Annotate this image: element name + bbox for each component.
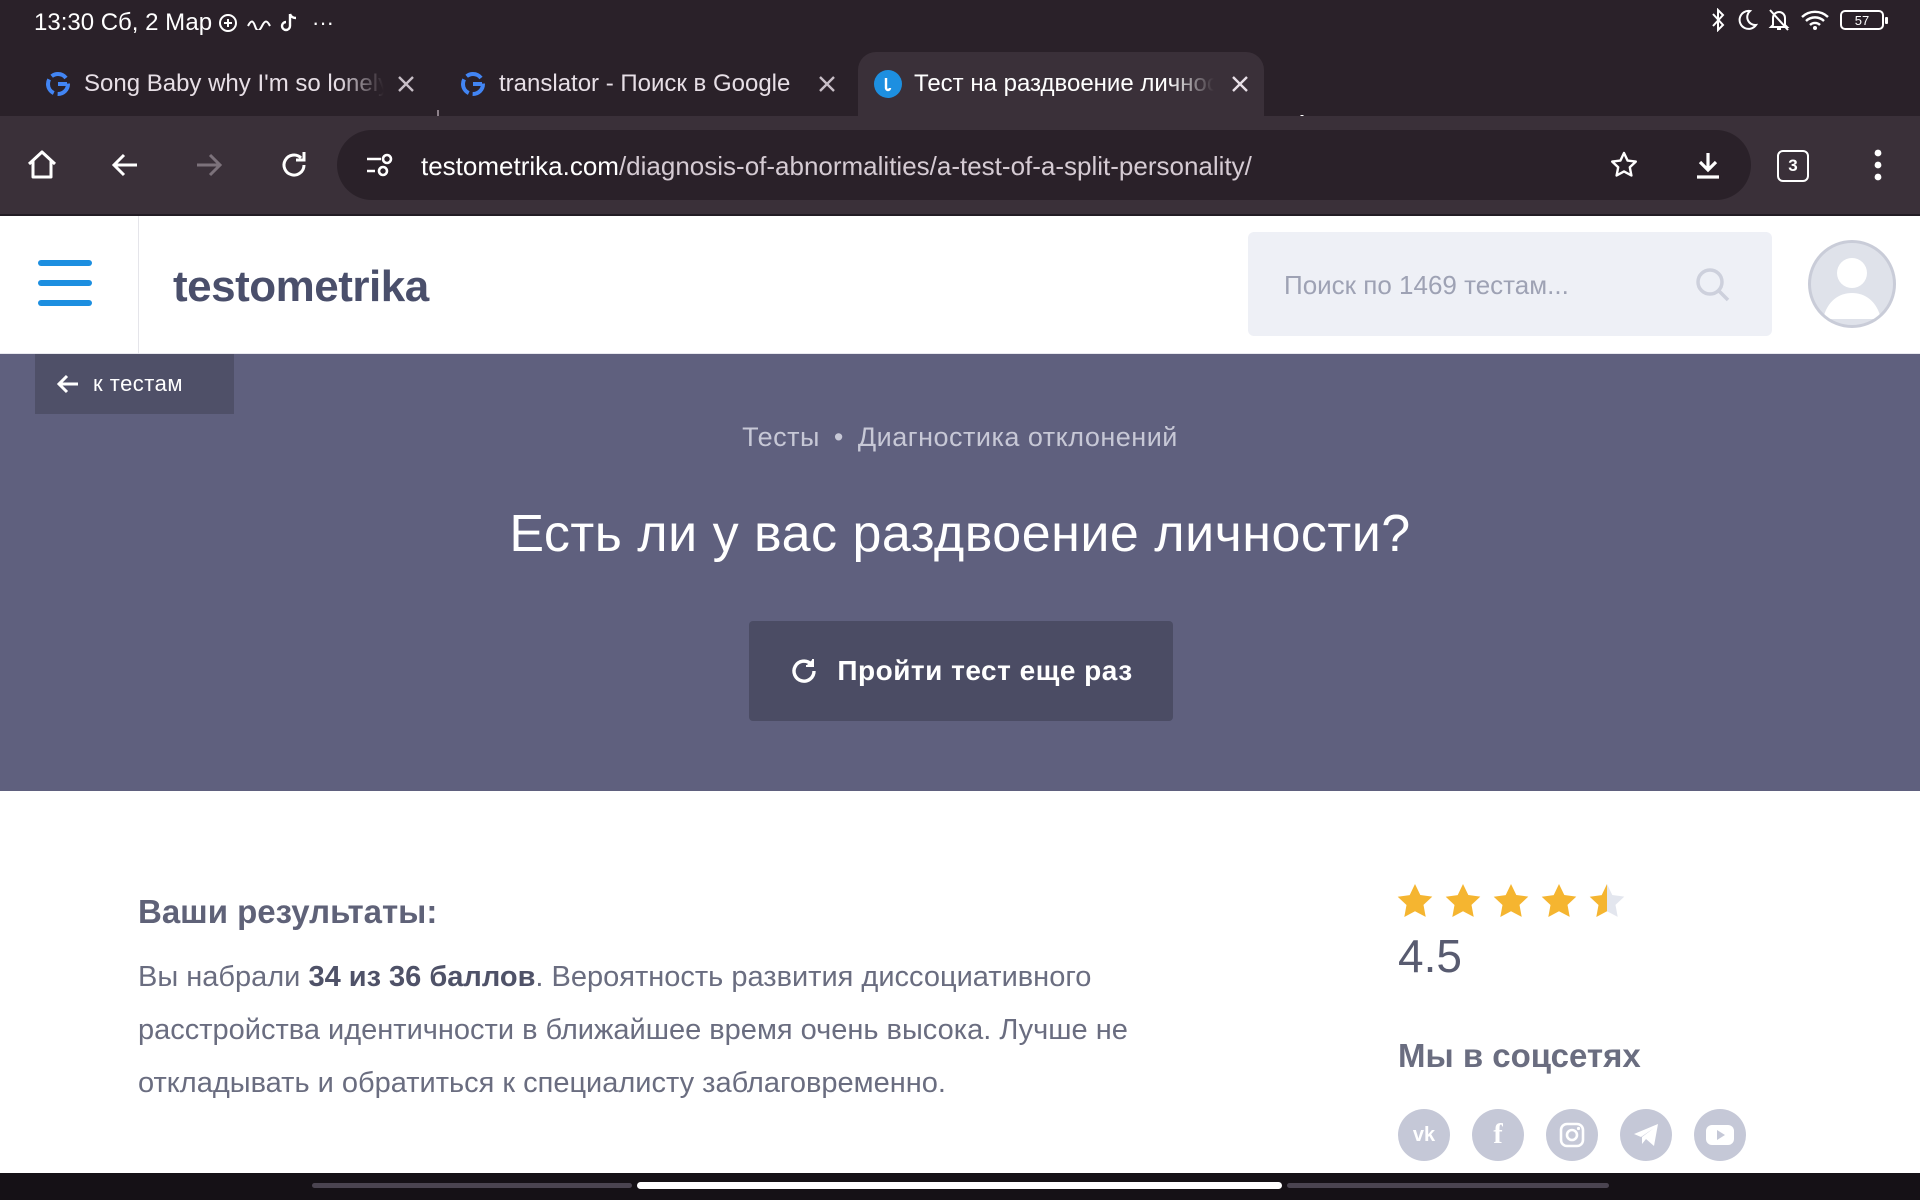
breadcrumb-separator: • [833,422,844,452]
back-button[interactable] [103,143,147,187]
recent-apps-bar [1287,1183,1609,1188]
tab-song[interactable]: Song Baby why I'm so lonely [44,52,430,116]
url-path: /diagnosis-of-abnormalities/a-test-of-a-… [618,151,1252,181]
tab-switcher-button[interactable]: 3 [1777,150,1809,182]
results-text: Вы набрали 34 из 36 баллов. Вероятность … [138,951,1258,1110]
app-notif-icon [247,20,271,30]
rating-stars[interactable] [1396,883,1626,919]
results-score: 34 из 36 баллов [308,961,536,993]
browser-menu-button[interactable] [1856,143,1900,187]
recent-apps-bar [312,1183,632,1188]
header-divider [138,216,139,354]
site-settings-icon[interactable] [365,152,395,178]
user-avatar-icon[interactable] [1808,240,1896,328]
search-input[interactable]: Поиск по 1469 тестам... [1248,232,1772,336]
refresh-icon [792,659,817,683]
star-icon[interactable] [1396,883,1434,919]
wifi-icon [1801,10,1829,30]
reload-icon [282,152,306,177]
breadcrumb-category-link[interactable]: Диагностика отклонений [858,422,1178,452]
tab-strip: Song Baby why I'm so lonely translator -… [0,44,1920,140]
download-icon[interactable] [1693,150,1723,180]
results-text-before: Вы набрали [138,961,309,993]
gesture-navigation-bar [0,1173,1920,1200]
half-star-icon[interactable] [1588,883,1626,919]
more-notifications-icon: ··· [312,10,334,35]
arrow-left-icon [57,374,78,394]
system-icons: 57 [1710,8,1888,32]
results-heading: Ваши результаты: [138,893,438,930]
social-heading: Мы в соцсетях [1398,1037,1641,1074]
hamburger-menu-icon[interactable] [38,258,92,308]
star-icon[interactable] [1540,883,1578,919]
google-icon [459,70,487,98]
tab-title: Тест на раздвоение личности [914,70,1214,97]
status-bar: 13:30 Сб, 2 Мар ··· 57 [0,0,1920,44]
breadcrumb-tests-link[interactable]: Тесты [742,422,820,452]
star-icon[interactable] [1444,883,1482,919]
home-gesture-handle[interactable] [637,1182,1282,1189]
url-domain: testometrika.com [421,151,619,181]
results-section: Ваши результаты: Вы набрали 34 из 36 бал… [0,791,1920,1173]
facebook-glyph: f [1493,1119,1503,1150]
tab-title: Song Baby why I'm so lonely [84,70,384,97]
site-header: testometrika Поиск по 1469 тестам... [0,216,1920,354]
back-to-tests-label: к тестам [93,371,183,396]
close-tab-icon[interactable] [1226,70,1254,98]
bookmark-star-icon[interactable] [1609,150,1639,180]
test-hero: к тестам Тесты • Диагностика отклонений Ес… [0,354,1920,791]
battery-level: 57 [1854,12,1870,28]
vk-icon[interactable]: vk [1398,1109,1450,1161]
instagram-icon[interactable] [1546,1109,1598,1161]
telegram-icon[interactable] [1620,1109,1672,1161]
tab-translator[interactable]: translator - Поиск в Google [459,52,851,116]
breadcrumb: Тесты • Диагностика отклонений [0,422,1920,453]
arrow-right-icon [197,153,223,177]
retake-test-button[interactable]: Пройти тест еще раз [749,621,1173,721]
search-icon[interactable] [1694,266,1732,304]
reload-button[interactable] [272,143,316,187]
forward-button[interactable] [187,143,231,187]
url-text[interactable]: testometrika.com/diagnosis-of-abnormalit… [421,151,1252,182]
back-to-tests-button[interactable]: к тестам [35,354,234,414]
tab-title: translator - Поиск в Google [499,70,791,97]
status-time: 13:30 Сб, 2 Мар [34,9,213,36]
battery-icon: 57 [1840,10,1888,30]
notification-icons: ··· [218,10,334,36]
close-tab-icon[interactable] [392,70,420,98]
home-icon [27,150,57,179]
home-button[interactable] [20,143,64,187]
site-logo[interactable]: testometrika [173,262,429,312]
retake-test-label: Пройти тест еще раз [837,655,1133,686]
vk-glyph: vk [1412,1123,1436,1146]
location-plus-icon [219,14,237,32]
tab-count: 3 [1788,156,1798,175]
page-title: Есть ли у вас раздвоение личности? [509,505,1411,563]
search-placeholder: Поиск по 1469 тестам... [1284,270,1569,300]
tab-split-personality-test[interactable]: Тест на раздвоение личности [858,52,1264,116]
facebook-icon[interactable]: f [1472,1109,1524,1161]
rating-value: 4.5 [1398,930,1462,982]
social-links: vk f [1398,1109,1746,1161]
kebab-menu-icon [1874,149,1882,181]
do-not-disturb-moon-icon [1738,9,1758,30]
address-bar[interactable]: testometrika.com/diagnosis-of-abnormalit… [337,130,1751,200]
bell-off-icon [1768,9,1790,31]
star-icon[interactable] [1492,883,1530,919]
youtube-icon[interactable] [1694,1109,1746,1161]
browser-toolbar: testometrika.com/diagnosis-of-abnormalit… [0,116,1920,214]
arrow-left-icon [111,153,137,177]
close-tab-icon[interactable] [813,70,841,98]
google-icon [44,70,72,98]
testometrika-favicon-icon [874,70,902,98]
bluetooth-icon [1712,8,1725,32]
tiktok-icon [280,13,297,32]
